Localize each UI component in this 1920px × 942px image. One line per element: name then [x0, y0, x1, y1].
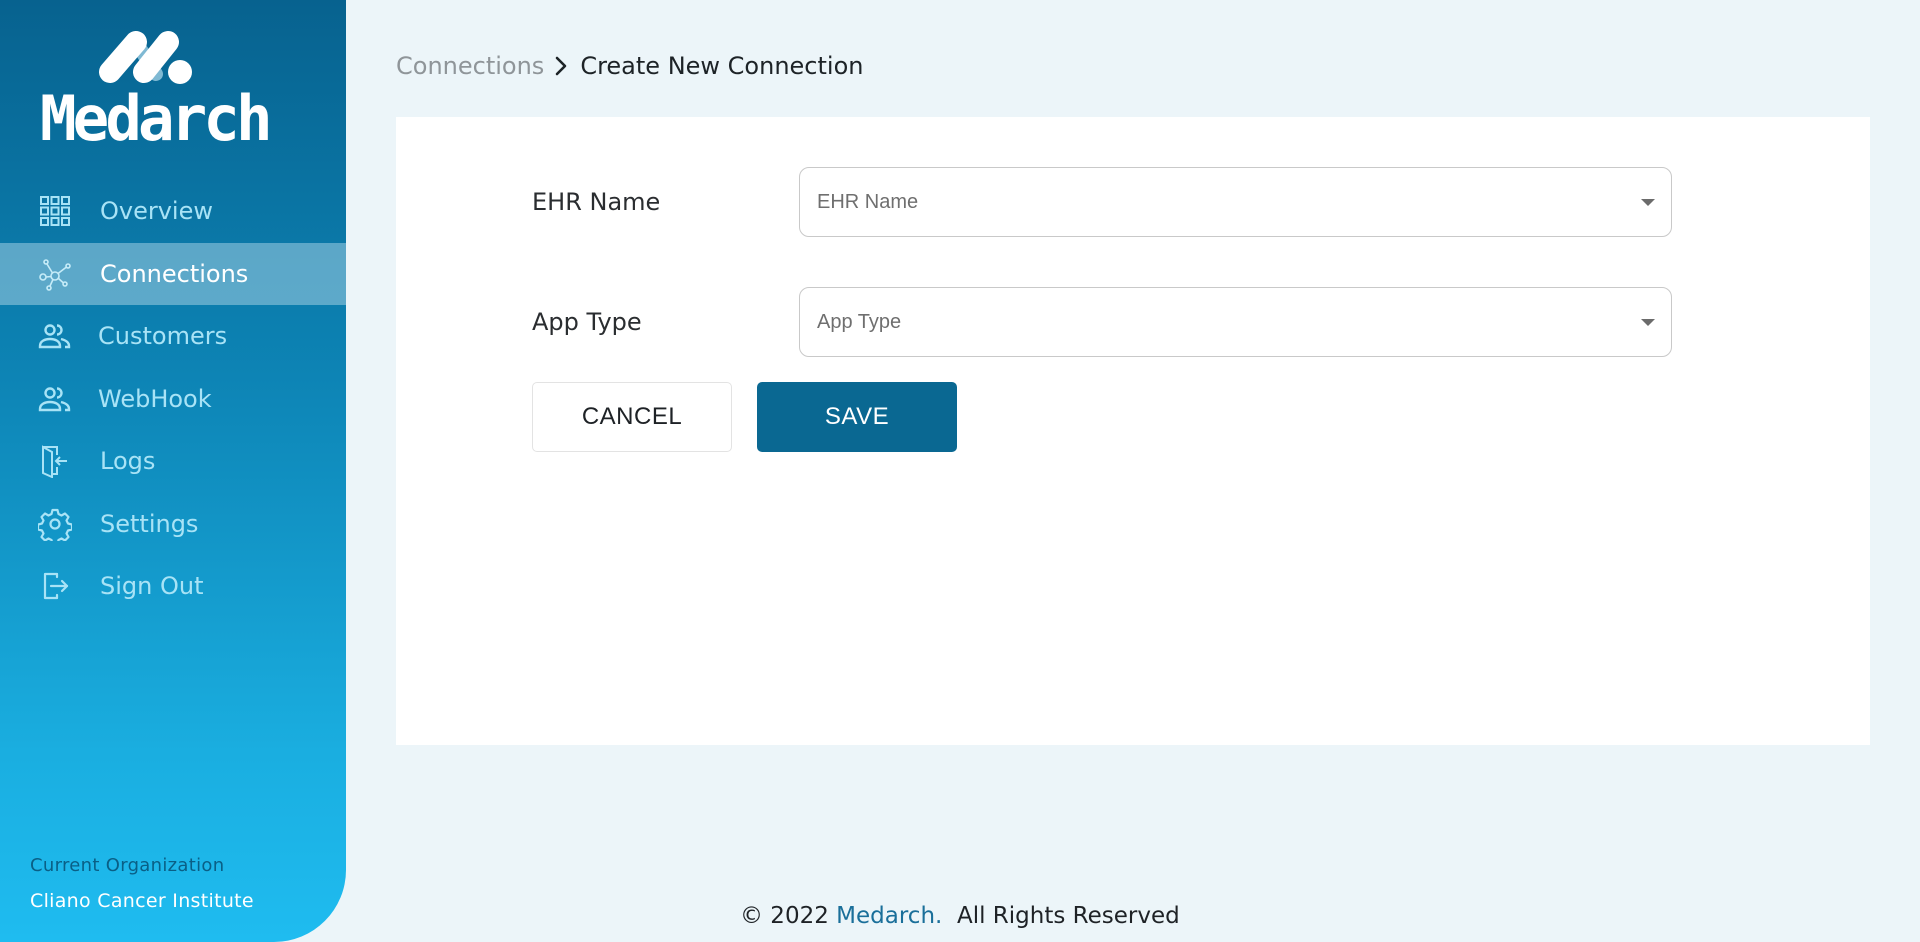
- users-icon: [38, 319, 72, 353]
- sidebar-item-logs[interactable]: Logs: [0, 430, 346, 493]
- footer-copyright: © 2022: [740, 903, 837, 929]
- app-type-label: App Type: [532, 308, 642, 336]
- sidebar-item-label: WebHook: [98, 384, 212, 413]
- current-organization-name: Cliano Cancer Institute: [30, 890, 254, 912]
- sidebar-item-webhook[interactable]: WebHook: [0, 368, 346, 431]
- sidebar-item-label: Settings: [100, 509, 199, 538]
- medarch-logo-icon: [99, 31, 192, 84]
- network-icon: [38, 257, 72, 291]
- cancel-button[interactable]: CANCEL: [532, 382, 732, 452]
- footer-rights: All Rights Reserved: [942, 903, 1180, 929]
- footer-brand-link[interactable]: Medarch.: [836, 903, 942, 929]
- app-type-placeholder: App Type: [817, 310, 902, 333]
- footer: © 2022 Medarch. All Rights Reserved: [740, 903, 1180, 929]
- users-icon: [38, 382, 72, 416]
- sidebar-item-label: Logs: [100, 447, 156, 476]
- breadcrumb-connections-link[interactable]: Connections: [396, 52, 544, 80]
- sidebar-item-label: Connections: [100, 259, 249, 288]
- form-actions: CANCEL SAVE: [532, 382, 957, 452]
- app-type-row: App Type App Type: [532, 287, 1672, 357]
- sidebar-item-connections[interactable]: Connections: [0, 242, 346, 305]
- ehr-name-placeholder: EHR Name: [817, 190, 919, 213]
- sidebar-item-label: Sign Out: [100, 572, 204, 601]
- current-organization-label: Current Organization: [30, 855, 225, 876]
- gear-icon: [38, 507, 72, 541]
- create-connection-form: EHR Name EHR Name App Type App Type CANC…: [396, 117, 1870, 745]
- chevron-right-icon: [550, 55, 572, 77]
- save-button[interactable]: SAVE: [757, 382, 957, 452]
- sidebar-item-label: Overview: [100, 197, 213, 226]
- ehr-name-label: EHR Name: [532, 188, 661, 216]
- sidebar-nav: Overview Connections Customers WebHook L…: [0, 180, 346, 618]
- sign-out-icon: [38, 569, 72, 603]
- grid-icon: [38, 194, 72, 228]
- breadcrumb: Connections Create New Connection: [396, 52, 863, 80]
- caret-down-icon: [1641, 318, 1655, 326]
- brand-name: Medarch: [40, 82, 273, 155]
- sidebar-item-overview[interactable]: Overview: [0, 180, 346, 243]
- caret-down-icon: [1641, 198, 1655, 206]
- sidebar-item-settings[interactable]: Settings: [0, 493, 346, 556]
- sidebar-item-customers[interactable]: Customers: [0, 305, 346, 368]
- ehr-name-select[interactable]: EHR Name: [799, 167, 1672, 237]
- sidebar: Medarch Overview Connections Customers W…: [0, 0, 346, 942]
- door-enter-icon: [38, 444, 72, 479]
- logo[interactable]: Medarch: [40, 28, 273, 155]
- app-type-select[interactable]: App Type: [799, 287, 1672, 357]
- ehr-name-row: EHR Name EHR Name: [532, 167, 1672, 237]
- breadcrumb-current: Create New Connection: [580, 52, 864, 80]
- sidebar-item-sign-out[interactable]: Sign Out: [0, 555, 346, 618]
- sidebar-item-label: Customers: [98, 322, 228, 351]
